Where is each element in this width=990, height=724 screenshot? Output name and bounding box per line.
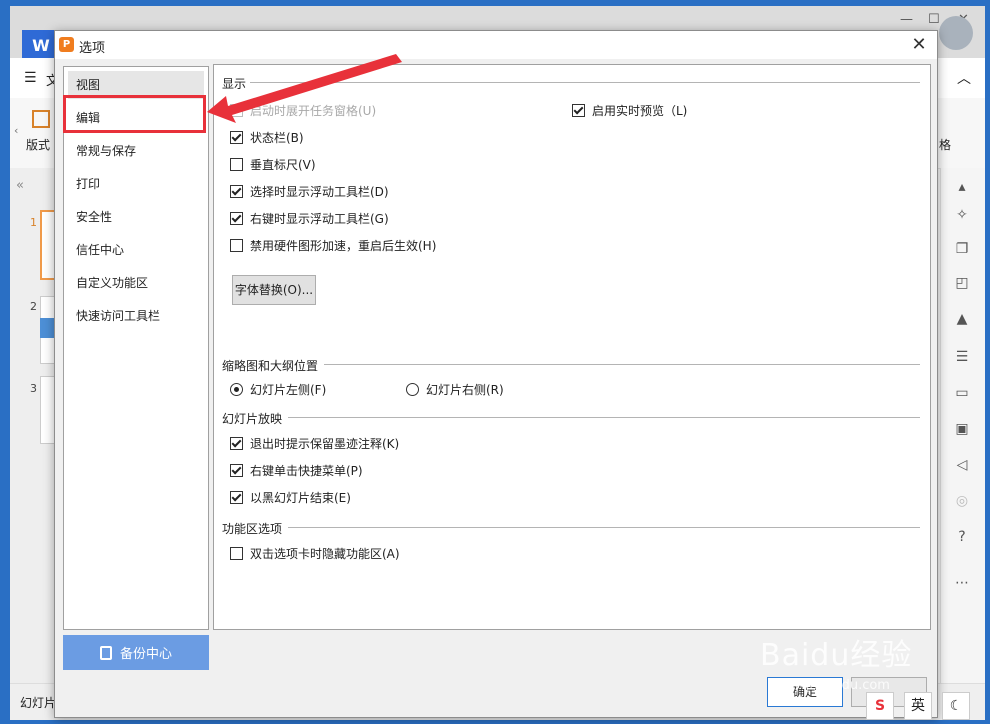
hamburger-icon[interactable]: ☰ bbox=[24, 70, 37, 86]
option-rightclick-menu[interactable]: 右键单击快捷菜单(P) bbox=[230, 461, 363, 479]
checkbox[interactable] bbox=[230, 130, 243, 144]
ribbon-right-label[interactable]: 格 bbox=[939, 136, 951, 153]
magic-icon[interactable]: ✧ bbox=[953, 206, 971, 224]
sound-icon[interactable]: ◁ bbox=[953, 456, 971, 474]
section-title-thumbnail: 缩略图和大纲位置 bbox=[222, 359, 319, 373]
checkbox[interactable] bbox=[230, 103, 243, 117]
option-label: 幻灯片左侧(F) bbox=[250, 382, 327, 397]
options-panel: 显示 启动时展开任务窗格(U) 启用实时预览（L) 状态栏(B) 垂直标尺(V)… bbox=[213, 64, 931, 630]
nav-item-customize-ribbon[interactable]: 自定义功能区 bbox=[68, 269, 204, 297]
option-label: 启动时展开任务窗格(U) bbox=[250, 103, 377, 118]
option-label: 垂直标尺(V) bbox=[250, 157, 316, 172]
nav-item-quick-access-toolbar[interactable]: 快速访问工具栏 bbox=[68, 302, 204, 330]
image-icon[interactable]: ▣ bbox=[953, 420, 971, 438]
option-status-bar[interactable]: 状态栏(B) bbox=[230, 128, 304, 146]
ime-language-toggle[interactable]: 英 bbox=[904, 692, 932, 720]
location-icon[interactable]: ◎ bbox=[953, 492, 971, 510]
nav-item-view[interactable]: 视图 bbox=[68, 71, 204, 99]
radio-button[interactable] bbox=[230, 382, 243, 396]
sidebar-scroll-up-icon[interactable]: ▴ bbox=[953, 178, 971, 196]
baidu-watermark-url: jingyan.baidu.com bbox=[770, 678, 890, 693]
status-slide-label: 幻灯片 bbox=[20, 696, 57, 710]
nav-item-security[interactable]: 安全性 bbox=[68, 203, 204, 231]
ribbon-layout-label[interactable]: 版式 bbox=[26, 136, 50, 153]
collapse-ribbon-icon[interactable]: ︿ bbox=[957, 68, 971, 88]
backup-center-label: 备份中心 bbox=[119, 647, 172, 662]
nav-item-trust-center[interactable]: 信任中心 bbox=[68, 236, 204, 264]
right-sidebar: ▴ ✧ ❐ ◰ ▲ ☰ ▭ ▣ ◁ ◎ ? ⋯ bbox=[940, 168, 985, 688]
option-end-black-slide[interactable]: 以黑幻灯片结束(E) bbox=[230, 488, 351, 506]
section-divider bbox=[324, 364, 920, 365]
option-live-preview[interactable]: 启用实时预览（L) bbox=[572, 101, 687, 119]
collapse-pane-icon[interactable]: « bbox=[16, 178, 24, 193]
dialog-title: 选项 bbox=[79, 41, 106, 56]
option-label: 退出时提示保留墨迹注释(K) bbox=[250, 436, 400, 451]
section-title-ribbon: 功能区选项 bbox=[222, 522, 283, 536]
help-icon[interactable]: ? bbox=[953, 528, 971, 546]
nav-item-general-save[interactable]: 常规与保存 bbox=[68, 137, 204, 165]
slide-number: 1 bbox=[30, 216, 37, 229]
option-label: 右键时显示浮动工具栏(G) bbox=[250, 211, 389, 226]
checkbox[interactable] bbox=[230, 184, 243, 198]
checkbox[interactable] bbox=[230, 436, 243, 450]
nav-item-print[interactable]: 打印 bbox=[68, 170, 204, 198]
backup-center-button[interactable]: 备份中心 bbox=[63, 635, 209, 670]
dialog-close-button[interactable]: ✕ bbox=[907, 33, 931, 57]
adjust-icon[interactable]: ☰ bbox=[953, 348, 971, 366]
checkbox[interactable] bbox=[230, 211, 243, 225]
options-dialog: P 选项 ✕ 视图 编辑 常规与保存 打印 安全性 信任中心 自定义功能区 快速… bbox=[54, 30, 938, 718]
slide-thumbnail-pane: « 1 2 3 bbox=[10, 168, 66, 688]
option-float-toolbar-rightclick[interactable]: 右键时显示浮动工具栏(G) bbox=[230, 209, 389, 227]
archive-icon[interactable]: ▭ bbox=[953, 384, 971, 402]
section-title-display: 显示 bbox=[222, 77, 247, 91]
wps-presentation-icon: P bbox=[59, 37, 74, 52]
option-label: 禁用硬件图形加速，重启后生效(H) bbox=[250, 238, 437, 253]
more-icon[interactable]: ⋯ bbox=[953, 574, 971, 592]
option-vertical-ruler[interactable]: 垂直标尺(V) bbox=[230, 155, 316, 173]
text-style-icon[interactable]: ▲ bbox=[953, 310, 971, 328]
font-replace-button[interactable]: 字体替换(O)... bbox=[232, 275, 316, 305]
backup-icon bbox=[99, 645, 112, 660]
option-label: 右键单击快捷菜单(P) bbox=[250, 463, 363, 478]
option-label: 幻灯片右侧(R) bbox=[426, 382, 504, 397]
option-label: 启用实时预览（L) bbox=[592, 103, 688, 118]
dialog-titlebar: P 选项 ✕ bbox=[55, 31, 937, 59]
checkbox[interactable] bbox=[230, 238, 243, 252]
shapes-icon[interactable]: ◰ bbox=[953, 274, 971, 292]
checkbox[interactable] bbox=[230, 546, 243, 560]
minimize-icon[interactable]: — bbox=[900, 12, 913, 27]
section-divider bbox=[288, 417, 920, 418]
ribbon-scroll-left-icon[interactable]: ‹ bbox=[14, 124, 18, 137]
option-label: 双击选项卡时隐藏功能区(A) bbox=[250, 546, 400, 561]
sogou-ime-icon[interactable]: S bbox=[866, 692, 894, 720]
copy-icon[interactable]: ❐ bbox=[953, 240, 971, 258]
option-label: 以黑幻灯片结束(E) bbox=[250, 490, 351, 505]
section-title-slideshow: 幻灯片放映 bbox=[222, 412, 283, 426]
option-label: 状态栏(B) bbox=[250, 130, 304, 145]
option-label: 选择时显示浮动工具栏(D) bbox=[250, 184, 389, 199]
option-slide-right[interactable]: 幻灯片右侧(R) bbox=[406, 380, 504, 398]
section-divider bbox=[250, 82, 920, 83]
options-nav: 视图 编辑 常规与保存 打印 安全性 信任中心 自定义功能区 快速访问工具栏 bbox=[63, 66, 209, 630]
layout-icon[interactable] bbox=[32, 110, 50, 128]
slide-number: 3 bbox=[30, 382, 37, 395]
radio-button[interactable] bbox=[406, 382, 419, 396]
option-float-toolbar-select[interactable]: 选择时显示浮动工具栏(D) bbox=[230, 182, 389, 200]
option-keep-ink[interactable]: 退出时提示保留墨迹注释(K) bbox=[230, 434, 399, 452]
section-divider bbox=[288, 527, 920, 528]
checkbox[interactable] bbox=[230, 463, 243, 477]
option-slide-left[interactable]: 幻灯片左侧(F) bbox=[230, 380, 326, 398]
slide-number: 2 bbox=[30, 300, 37, 313]
option-expand-task-pane[interactable]: 启动时展开任务窗格(U) bbox=[230, 101, 376, 119]
nav-item-edit[interactable]: 编辑 bbox=[68, 104, 204, 132]
checkbox[interactable] bbox=[230, 157, 243, 171]
checkbox[interactable] bbox=[572, 103, 585, 117]
maximize-icon[interactable]: ☐ bbox=[928, 12, 940, 27]
moon-icon[interactable]: ☾ bbox=[942, 692, 970, 720]
checkbox[interactable] bbox=[230, 490, 243, 504]
option-hide-ribbon-dblclick[interactable]: 双击选项卡时隐藏功能区(A) bbox=[230, 544, 400, 562]
avatar[interactable] bbox=[939, 16, 973, 50]
baidu-watermark: Baidu经验 bbox=[760, 638, 913, 673]
option-disable-hw-accel[interactable]: 禁用硬件图形加速，重启后生效(H) bbox=[230, 236, 436, 254]
